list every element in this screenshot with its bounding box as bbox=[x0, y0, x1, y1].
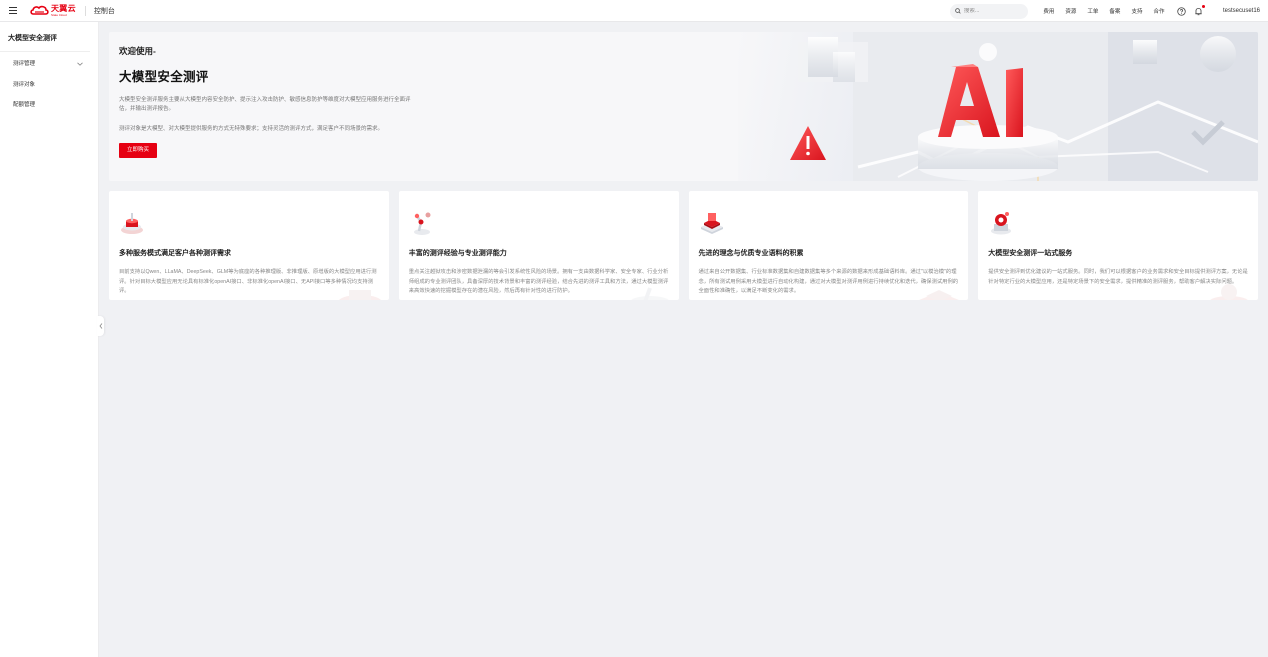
logo-text: 天翼云 bbox=[51, 3, 76, 13]
help-icon[interactable] bbox=[1177, 6, 1187, 16]
nav-filing[interactable]: 备案 bbox=[1109, 7, 1120, 15]
nav-partner[interactable]: 合作 bbox=[1153, 7, 1164, 15]
feature-card: 多种服务模式满足客户各种测评需求 目前支持以Qwen、LLaMA、DeepSee… bbox=[109, 191, 389, 300]
banner-description-2: 测评对象是大模型、对大模型提供服务的方式无特殊要求；支持灵活的测评方式，满足客户… bbox=[119, 126, 384, 132]
robot-arm-icon bbox=[413, 212, 431, 235]
sidebar: 大模型安全测评 测评管理 测评对象 配额管理 bbox=[0, 22, 99, 657]
one-stop-service-icon bbox=[991, 212, 1012, 235]
feature-card: 先进的理念与优质专业语料的积累 通过来自公开数据集、行业标准数据集和自建数据集等… bbox=[688, 191, 969, 300]
card-title: 丰富的测评经验与专业测评能力 bbox=[408, 250, 507, 257]
decorative-icon bbox=[919, 290, 960, 300]
buy-now-button[interactable]: 立即购买 bbox=[119, 143, 158, 158]
chevron-left-icon bbox=[98, 323, 102, 329]
hero-banner: 欢迎使用- 大模型安全测评 大模型安全测评服务主要从大模型内容安全防护、提示注入… bbox=[109, 32, 1258, 181]
top-navbar: 天翼云 State Cloud 控制台 费用 资源 工单 备案 支持 合作 bbox=[0, 0, 1268, 22]
menu-icon[interactable] bbox=[9, 7, 17, 14]
feature-cards: 多种服务模式满足客户各种测评需求 目前支持以Qwen、LLaMA、DeepSee… bbox=[109, 191, 1258, 300]
card-title: 大模型安全测评一站式服务 bbox=[988, 250, 1073, 257]
user-account[interactable]: testsecuset16 bbox=[1223, 8, 1260, 14]
cloud-logo-icon bbox=[30, 5, 49, 15]
sidebar-item-label: 测评对象 bbox=[13, 81, 36, 88]
chevron-down-icon bbox=[77, 62, 83, 66]
nav-resources[interactable]: 资源 bbox=[1065, 7, 1076, 15]
sidebar-collapse-button[interactable] bbox=[97, 316, 104, 336]
card-title: 先进的理念与优质专业语料的积累 bbox=[698, 250, 804, 257]
sidebar-item-evaluation-management[interactable]: 测评管理 bbox=[0, 54, 98, 75]
divider bbox=[84, 5, 86, 16]
ai-illustration bbox=[790, 32, 1258, 181]
search-box[interactable] bbox=[949, 3, 1028, 19]
decorative-icon bbox=[1210, 284, 1248, 300]
banner-description: 大模型安全测评服务主要从大模型内容安全防护、提示注入攻击防护、敏感信息防护等维度… bbox=[119, 97, 411, 112]
banner-title: 大模型安全测评 bbox=[119, 70, 209, 84]
sidebar-title: 大模型安全测评 bbox=[0, 22, 90, 52]
search-icon bbox=[955, 8, 961, 14]
feature-card: 大模型安全测评一站式服务 提供安全测评到优化建议的一站式服务。同时，我们可以根据… bbox=[978, 191, 1258, 300]
notification-dot bbox=[1201, 5, 1205, 8]
sidebar-item-label: 测评管理 bbox=[13, 61, 36, 67]
console-link[interactable]: 控制台 bbox=[94, 6, 115, 16]
sidebar-item-quota-management[interactable]: 配额管理 bbox=[0, 95, 98, 116]
nav-billing[interactable]: 费用 bbox=[1043, 7, 1054, 15]
nav-support[interactable]: 支持 bbox=[1131, 7, 1142, 15]
welcome-text: 欢迎使用- bbox=[119, 46, 156, 56]
search-input[interactable] bbox=[963, 8, 1024, 14]
sidebar-item-label: 配额管理 bbox=[13, 102, 36, 108]
corpus-stack-icon bbox=[700, 213, 723, 234]
card-title: 多种服务模式满足客户各种测评需求 bbox=[119, 250, 231, 257]
logo-subtext: State Cloud bbox=[51, 12, 67, 17]
bell-icon[interactable] bbox=[1194, 5, 1205, 16]
sidebar-item-evaluation-target[interactable]: 测评对象 bbox=[0, 75, 98, 96]
decorative-icon bbox=[630, 287, 669, 300]
nav-tickets[interactable]: 工单 bbox=[1087, 7, 1098, 15]
decorative-icon bbox=[338, 290, 381, 300]
feature-card: 丰富的测评经验与专业测评能力 重点关注越狱攻击和涉密数据泄漏的等会引发系统性风险… bbox=[398, 191, 679, 300]
service-mode-icon bbox=[121, 213, 143, 234]
logo[interactable]: 天翼云 State Cloud bbox=[30, 0, 76, 22]
